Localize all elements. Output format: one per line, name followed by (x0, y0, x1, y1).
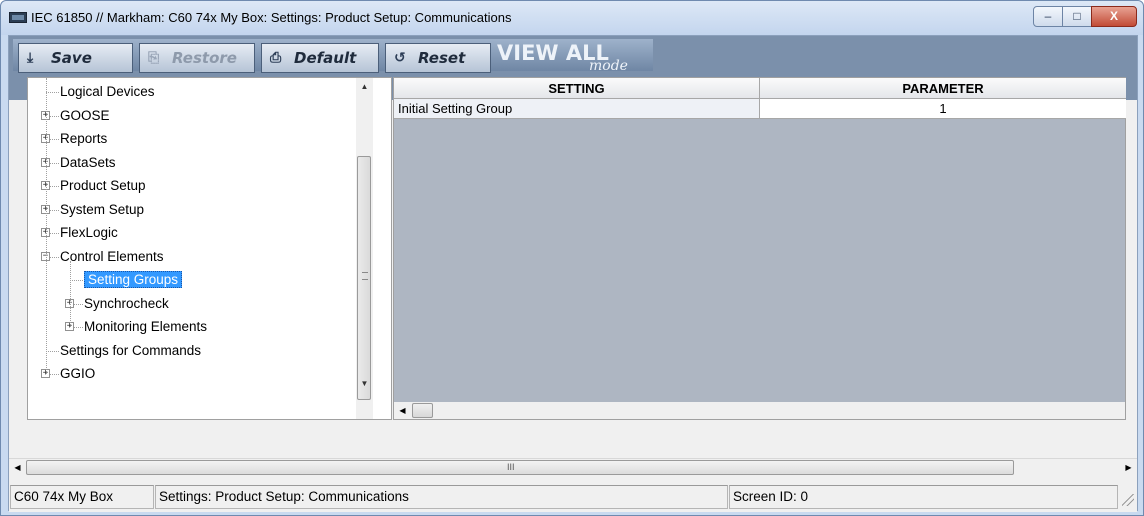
tree-item[interactable]: DataSets (60, 152, 116, 174)
restore-icon: ⎘ (148, 50, 160, 66)
restore-label: Restore (172, 49, 237, 67)
tree-item-label: Synchrocheck (84, 295, 169, 311)
status-device: C60 74x My Box (10, 485, 154, 509)
save-button[interactable]: ⤓ Save (18, 43, 133, 73)
tree-item[interactable]: Synchrocheck (84, 293, 169, 315)
tree-item-label: Settings for Commands (60, 342, 202, 358)
app-icon (9, 12, 27, 23)
tree-item-label: System Setup (60, 201, 145, 217)
tree-item[interactable]: Settings for Commands (60, 340, 201, 362)
client-area: ⤓ Save ⎘ Restore ⎙ Default ↺ Reset VIEW … (8, 35, 1138, 512)
tree-item[interactable]: GGIO (60, 363, 95, 385)
default-label: Default (294, 49, 357, 67)
scroll-left-arrow-icon[interactable]: ◀ (394, 402, 411, 419)
window-title: IEC 61850 // Markham: C60 74x My Box: Se… (31, 10, 512, 25)
tree-item[interactable]: GOOSE (60, 105, 110, 127)
tree-guide-line (70, 260, 71, 327)
tree-connector (46, 92, 59, 93)
tree-item-label: Product Setup (60, 178, 146, 193)
tree-item[interactable]: Monitoring Elements (84, 316, 207, 338)
status-path: Settings: Product Setup: Communications (155, 485, 728, 509)
application-window: IEC 61850 // Markham: C60 74x My Box: Se… (0, 0, 1144, 516)
default-button[interactable]: ⎙ Default (261, 43, 379, 73)
tree-scroll-thumb[interactable] (357, 156, 371, 400)
tree-item[interactable]: Control Elements (60, 246, 164, 268)
tree-item[interactable]: Product Setup (60, 175, 146, 197)
grid-horizontal-scrollbar[interactable]: ◀ (394, 402, 1125, 419)
main-horizontal-scrollbar[interactable]: ◀ III ▶ (9, 458, 1137, 476)
scroll-up-arrow-icon[interactable]: ▲ (356, 78, 373, 95)
status-bar: C60 74x My Box Settings: Product Setup: … (9, 482, 1137, 512)
title-bar[interactable]: IEC 61850 // Markham: C60 74x My Box: Se… (1, 1, 1143, 35)
close-button[interactable]: X (1091, 6, 1137, 27)
tree-item[interactable]: Reports (60, 128, 107, 150)
grid-scroll-thumb[interactable] (412, 403, 433, 418)
toolbar-strip: ⤓ Save ⎘ Restore ⎙ Default ↺ Reset VIEW … (13, 39, 653, 74)
save-icon: ⤓ (27, 50, 34, 66)
settings-grid: SETTING PARAMETER Initial Setting Group … (393, 77, 1126, 420)
tree-item[interactable]: Setting Groups (84, 269, 183, 291)
table-row-parameter-cell[interactable]: 1 (760, 99, 1126, 119)
column-header-parameter[interactable]: PARAMETER (760, 78, 1126, 99)
settings-tree[interactable]: Logical Devices GOOSE + Reports + DataSets + Pr… (27, 77, 392, 420)
table-row-setting-cell: Initial Setting Group (394, 99, 760, 119)
tree-item-label: Control Elements (60, 248, 164, 264)
scroll-down-arrow-icon[interactable]: ▼ (356, 375, 373, 392)
restore-button[interactable]: ⎘ Restore (139, 43, 255, 73)
tree-item[interactable]: System Setup (60, 199, 144, 221)
tree-guide-line (46, 78, 47, 374)
reset-icon: ↺ (394, 50, 406, 66)
tree-item[interactable]: FlexLogic (60, 222, 118, 244)
resize-grip-icon[interactable] (1122, 494, 1134, 506)
tree-connector (46, 350, 59, 352)
tree-item-label: Reports (60, 131, 108, 146)
save-label: Save (51, 49, 92, 67)
view-all-mode-label: mode (589, 58, 628, 74)
tree-item-label: Logical Devices (60, 84, 155, 99)
tree-item-label: DataSets (60, 154, 116, 170)
tree-item-label: Monitoring Elements (84, 319, 208, 334)
tree-connector (70, 280, 83, 281)
tree-item-label: GOOSE (60, 107, 110, 123)
tree-item-label: Setting Groups (84, 271, 183, 288)
grip-icon (362, 272, 368, 280)
status-screen-id: Screen ID: 0 (729, 485, 1118, 509)
column-header-setting[interactable]: SETTING (394, 78, 760, 99)
tree-item-label: FlexLogic (60, 225, 118, 240)
tree-vertical-scrollbar[interactable]: ▲ ▼ (356, 78, 373, 419)
tree-item[interactable]: Logical Devices (60, 81, 155, 103)
main-scroll-thumb[interactable]: III (26, 460, 1014, 475)
scroll-grip: III (507, 462, 515, 472)
minimize-button[interactable]: – (1033, 6, 1063, 27)
tree-item-label: GGIO (60, 366, 96, 381)
reset-button[interactable]: ↺ Reset (385, 43, 491, 73)
scroll-left-arrow-icon[interactable]: ◀ (9, 459, 26, 476)
maximize-button[interactable]: □ (1062, 6, 1092, 27)
scroll-right-arrow-icon[interactable]: ▶ (1120, 459, 1137, 476)
default-icon: ⎙ (270, 50, 282, 66)
reset-label: Reset (418, 49, 466, 67)
